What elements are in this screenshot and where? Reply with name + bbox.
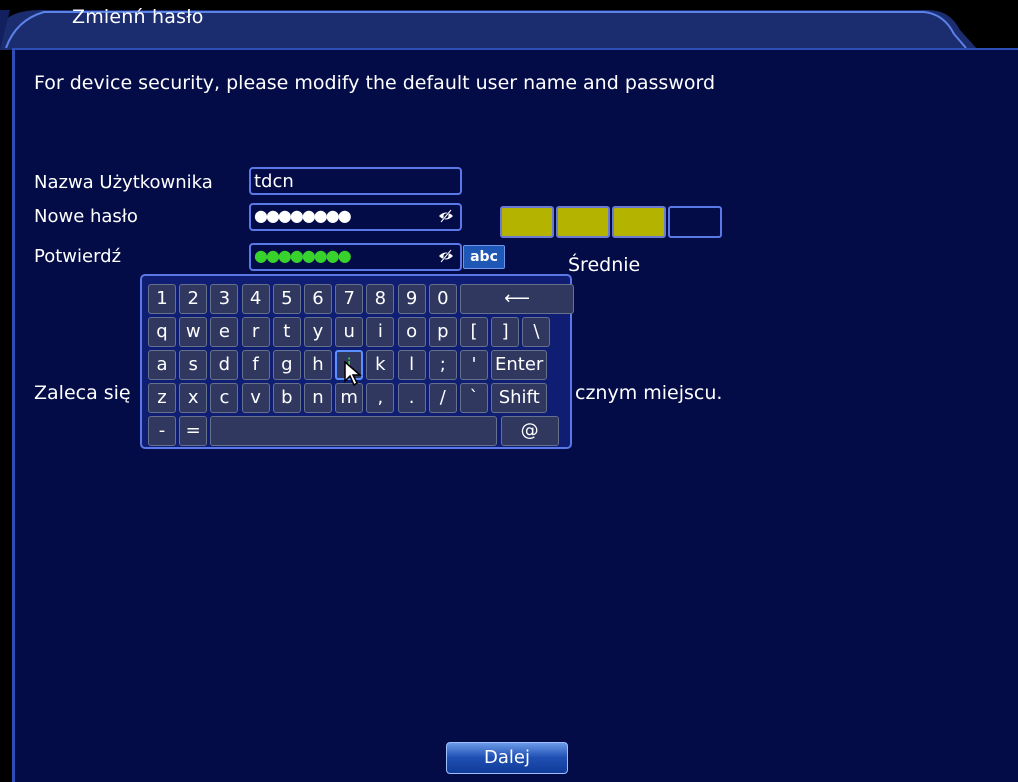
- confirm-password-mask: ●●●●●●●●: [254, 246, 352, 265]
- key[interactable]: =: [179, 416, 208, 446]
- key[interactable]: n: [304, 383, 332, 413]
- key[interactable]: /: [428, 383, 457, 413]
- key[interactable]: 2: [179, 284, 208, 314]
- key[interactable]: Enter: [491, 350, 548, 380]
- key[interactable]: h: [304, 350, 332, 380]
- next-button[interactable]: Dalej: [446, 742, 568, 774]
- key[interactable]: 1: [148, 284, 176, 314]
- key[interactable]: \: [522, 317, 551, 347]
- key[interactable]: p: [428, 317, 457, 347]
- key[interactable]: 9: [397, 284, 426, 314]
- key[interactable]: l: [397, 350, 426, 380]
- keyboard-mode-button[interactable]: abc: [463, 245, 505, 269]
- key[interactable]: i: [366, 317, 395, 347]
- key[interactable]: v: [241, 383, 270, 413]
- key[interactable]: `: [460, 383, 488, 413]
- key[interactable]: o: [397, 317, 426, 347]
- key[interactable]: a: [148, 350, 176, 380]
- security-notice: For device security, please modify the d…: [34, 72, 716, 94]
- strength-bar-3: [612, 206, 666, 238]
- key[interactable]: 8: [366, 284, 395, 314]
- key[interactable]: 7: [335, 284, 364, 314]
- key[interactable]: m: [335, 383, 364, 413]
- strength-label: Średnie: [568, 254, 641, 276]
- key[interactable]: y: [304, 317, 332, 347]
- key[interactable]: 4: [241, 284, 270, 314]
- key[interactable]: u: [335, 317, 364, 347]
- key[interactable]: 0: [428, 284, 457, 314]
- key[interactable]: r: [241, 317, 270, 347]
- key[interactable]: t: [272, 317, 301, 347]
- username-value: tdcn: [254, 171, 294, 192]
- key[interactable]: x: [179, 383, 208, 413]
- key[interactable]: b: [272, 383, 301, 413]
- key[interactable]: d: [210, 350, 239, 380]
- key[interactable]: s: [179, 350, 208, 380]
- new-password-input[interactable]: ●●●●●●●●: [249, 203, 462, 231]
- strength-bar-1: [500, 206, 554, 238]
- new-password-mask: ●●●●●●●●: [254, 206, 352, 225]
- tip-text-left: Zaleca się: [34, 382, 131, 404]
- key[interactable]: g: [272, 350, 301, 380]
- key[interactable]: @: [500, 416, 559, 446]
- key-space[interactable]: [210, 416, 498, 446]
- key[interactable]: q: [148, 317, 176, 347]
- change-password-window: Zmienń hasło For device security, please…: [0, 0, 1018, 782]
- confirm-password-input[interactable]: ●●●●●●●●: [249, 243, 462, 271]
- key[interactable]: ;: [428, 350, 457, 380]
- mouse-pointer-icon: [344, 361, 362, 387]
- key[interactable]: f: [241, 350, 270, 380]
- key[interactable]: e: [210, 317, 239, 347]
- strength-bar-2: [556, 206, 610, 238]
- key[interactable]: [: [460, 317, 488, 347]
- key[interactable]: k: [366, 350, 395, 380]
- key[interactable]: 5: [272, 284, 301, 314]
- username-input[interactable]: tdcn: [249, 167, 462, 195]
- tip-text-right: cznym miejscu.: [575, 382, 723, 404]
- key[interactable]: ⟵: [460, 284, 574, 314]
- key[interactable]: Shift: [491, 383, 548, 413]
- key[interactable]: w: [179, 317, 208, 347]
- key[interactable]: ]: [491, 317, 520, 347]
- key[interactable]: .: [397, 383, 426, 413]
- new-password-label: Nowe hasło: [34, 206, 138, 227]
- key[interactable]: -: [148, 416, 176, 446]
- key[interactable]: c: [210, 383, 239, 413]
- username-label: Nazwa Użytkownika: [34, 172, 213, 193]
- confirm-password-label: Potwierdź: [34, 246, 122, 267]
- hide-password-icon[interactable]: [438, 248, 454, 264]
- hide-password-icon[interactable]: [438, 208, 454, 224]
- key[interactable]: 3: [210, 284, 239, 314]
- strength-bar-4: [668, 206, 722, 238]
- key[interactable]: ': [460, 350, 488, 380]
- window-title: Zmienń hasło: [72, 6, 204, 28]
- key[interactable]: ,: [366, 383, 395, 413]
- key[interactable]: z: [148, 383, 176, 413]
- key[interactable]: 6: [304, 284, 332, 314]
